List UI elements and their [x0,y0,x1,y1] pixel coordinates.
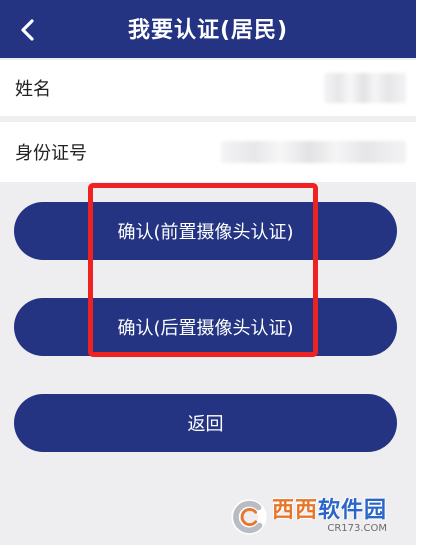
chevron-left-icon [21,19,34,41]
id-number-label: 身份证号 [15,143,87,164]
watermark-text: 西西软件园 CR173.COM [272,500,387,534]
confirm-rear-camera-button[interactable]: 确认(后置摄像头认证) [14,298,397,356]
name-label: 姓名 [15,79,51,100]
redaction-blur [324,73,406,103]
top-navbar: 我要认证(居民) [0,0,416,58]
confirm-front-camera-button[interactable]: 确认(前置摄像头认证) [14,202,397,260]
screen-edge [416,0,422,545]
back-button[interactable] [8,12,48,48]
id-number-field-row: 身份证号 [0,122,416,182]
watermark-logo: 西西软件园 CR173.COM [230,493,416,541]
watermark-title: 西西软件园 [272,498,388,523]
name-field-row: 姓名 [0,60,416,116]
site-logo-icon [231,499,267,535]
redaction-blur [221,141,406,163]
page-title: 我要认证(居民) [127,18,289,43]
watermark-domain: CR173.COM [327,523,388,534]
screen: 我要认证(居民) 姓名 身份证号 确认(前置摄像头认证) 确认(后置摄像头认证)… [0,0,416,545]
id-number-value-redacted [221,141,406,163]
name-value-redacted [324,73,406,103]
return-button[interactable]: 返回 [14,394,397,452]
